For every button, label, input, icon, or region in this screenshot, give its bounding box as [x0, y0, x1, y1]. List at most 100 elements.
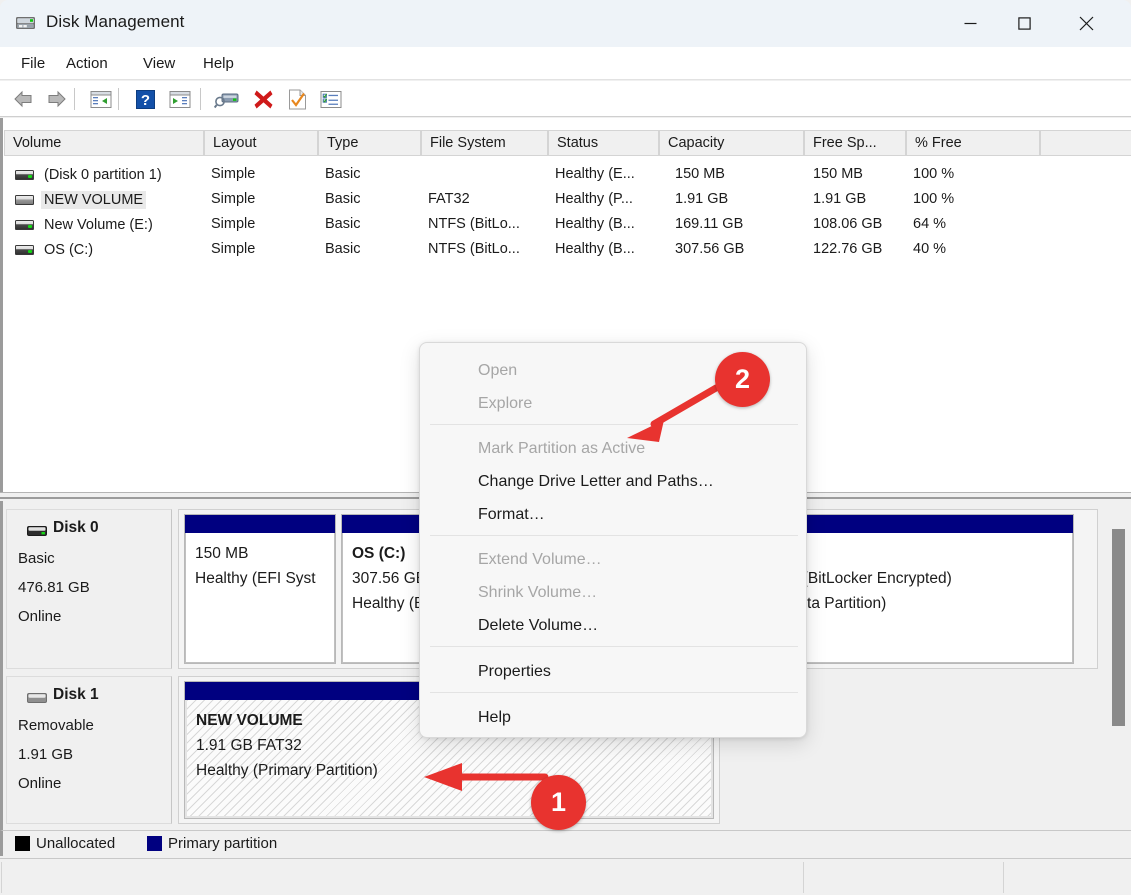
disk-state: Online	[18, 608, 62, 625]
disk-management-icon	[15, 14, 37, 32]
disk-size: 1.91 GB	[18, 746, 74, 763]
drive-icon	[15, 194, 34, 205]
show-hide-action-pane-button[interactable]	[165, 85, 195, 113]
percent-free-cell: 100 %	[913, 166, 955, 182]
drive-icon	[15, 219, 34, 230]
svg-text:?: ?	[140, 92, 149, 109]
column-header-layout[interactable]: Layout	[204, 130, 318, 156]
volume-cell: NEW VOLUME	[15, 187, 147, 212]
annotation-badge-1: 1	[531, 775, 586, 830]
layout-cell: Simple	[211, 191, 256, 207]
scrollbar-thumb[interactable]	[1112, 529, 1125, 726]
close-button[interactable]	[1063, 0, 1109, 47]
minimize-button[interactable]	[947, 0, 993, 47]
free-space-cell: 1.91 GB	[813, 191, 867, 207]
layout-cell: Simple	[211, 216, 256, 232]
menu-separator-1	[430, 424, 798, 425]
table-row[interactable]: (Disk 0 partition 1) Simple Basic Health…	[3, 162, 1131, 187]
file-system-cell: NTFS (BitLo...	[428, 216, 520, 232]
table-row[interactable]: OS (C:) Simple Basic NTFS (BitLo... Heal…	[3, 237, 1131, 262]
menu-separator-3	[430, 646, 798, 647]
table-row[interactable]: NEW VOLUME Simple Basic FAT32 Healthy (P…	[3, 187, 1131, 212]
back-button[interactable]	[8, 85, 38, 113]
list-view-button[interactable]	[316, 85, 346, 113]
disk-type: Basic	[18, 550, 55, 567]
properties-button[interactable]	[282, 85, 312, 113]
column-header-volume[interactable]: Volume	[4, 130, 204, 156]
type-cell: Basic	[325, 216, 361, 232]
legend-unallocated: Unallocated	[15, 835, 115, 852]
volume-cell: New Volume (E:)	[15, 212, 156, 237]
percent-free-cell: 64 %	[913, 216, 947, 232]
status-bar	[0, 858, 1131, 895]
rescan-disks-button[interactable]	[212, 85, 242, 113]
maximize-button[interactable]	[1001, 0, 1047, 47]
volume-name: (Disk 0 partition 1)	[44, 166, 162, 183]
legend-label: Primary partition	[168, 835, 278, 852]
graphical-pane-scrollbar[interactable]	[1109, 505, 1128, 826]
menu-item-extend-volume: Extend Volume…	[478, 551, 602, 568]
disk-management-window: Disk Management File Action View Help ? …	[0, 0, 1131, 895]
column-header-file-system[interactable]: File System	[421, 130, 548, 156]
partition-status: Healthy (EFI Syst	[195, 570, 316, 587]
show-hide-console-tree-button[interactable]	[86, 85, 116, 113]
status-cell: Healthy (B...	[555, 241, 635, 257]
disk-icon	[27, 523, 47, 536]
help-icon[interactable]: ?	[130, 85, 160, 113]
partition-status: Healthy (Primary Partition)	[196, 762, 378, 779]
legend-bar: Unallocated Primary partition	[0, 830, 1131, 856]
annotation-badge-2: 2	[715, 352, 770, 407]
disk-type: Removable	[18, 717, 94, 734]
menu-item-properties[interactable]: Properties	[420, 655, 806, 688]
menu-file[interactable]: File	[15, 53, 51, 74]
window-title: Disk Management	[46, 12, 185, 31]
drive-icon	[15, 169, 34, 180]
menu-item-delete-volume[interactable]: Delete Volume…	[420, 609, 806, 642]
percent-free-cell: 100 %	[913, 191, 955, 207]
menu-view[interactable]: View	[137, 53, 181, 74]
status-cell: Healthy (P...	[555, 191, 633, 207]
disk-name: Disk 0	[53, 519, 99, 536]
status-cell: Healthy (B...	[555, 216, 635, 232]
toolbar-separator-1	[74, 88, 75, 110]
menu-separator-4	[430, 692, 798, 693]
disk-info-0: Disk 0 Basic 476.81 GB Online	[6, 509, 172, 669]
type-cell: Basic	[325, 191, 361, 207]
volume-name: New Volume (E:)	[44, 216, 153, 233]
column-header-type[interactable]: Type	[318, 130, 421, 156]
menu-item-help[interactable]: Help	[420, 701, 806, 734]
status-cell-2	[803, 862, 1004, 893]
capacity-cell: 169.11 GB	[675, 216, 744, 232]
partition-size: 150 MB	[195, 545, 249, 562]
partition-efi[interactable]: 150 MB Healthy (EFI Syst	[184, 514, 336, 664]
free-space-cell: 150 MB	[813, 166, 863, 182]
status-cell: Healthy (E...	[555, 166, 635, 182]
menu-bar: File Action View Help	[0, 47, 1131, 80]
type-cell: Basic	[325, 166, 361, 182]
column-header-status[interactable]: Status	[548, 130, 659, 156]
disk-info-1: Disk 1 Removable 1.91 GB Online	[6, 676, 172, 824]
menu-separator-2	[430, 535, 798, 536]
delete-icon[interactable]	[248, 85, 278, 113]
disk-name: Disk 1	[53, 686, 99, 703]
menu-help[interactable]: Help	[197, 53, 240, 74]
legend-primary-partition: Primary partition	[147, 835, 277, 852]
disk-state: Online	[18, 775, 62, 792]
forward-button[interactable]	[42, 85, 72, 113]
column-header-blank[interactable]	[1040, 130, 1131, 156]
menu-item-format[interactable]: Format…	[420, 498, 806, 531]
legend-swatch-unallocated	[15, 836, 30, 851]
table-row[interactable]: New Volume (E:) Simple Basic NTFS (BitLo…	[3, 212, 1131, 237]
menu-action[interactable]: Action	[60, 53, 114, 74]
partition-body: 150 MB Healthy (EFI Syst	[185, 533, 335, 663]
capacity-cell: 1.91 GB	[675, 191, 729, 207]
column-header-capacity[interactable]: Capacity	[659, 130, 804, 156]
menu-item-change-drive-letter-and-paths[interactable]: Change Drive Letter and Paths…	[420, 465, 806, 498]
volume-cell: OS (C:)	[15, 237, 96, 262]
drive-icon	[15, 244, 34, 255]
free-space-cell: 122.76 GB	[813, 241, 883, 257]
column-header-percent-free[interactable]: % Free	[906, 130, 1040, 156]
column-header-free-space[interactable]: Free Sp...	[804, 130, 906, 156]
disk-size: 476.81 GB	[18, 579, 90, 596]
type-cell: Basic	[325, 241, 361, 257]
